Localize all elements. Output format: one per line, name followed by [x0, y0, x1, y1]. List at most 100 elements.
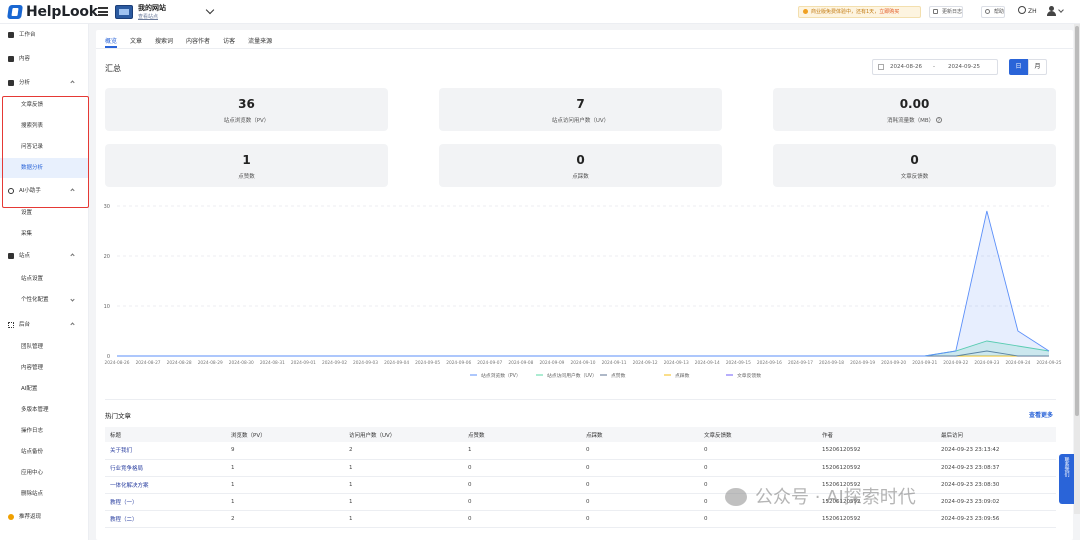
column-header[interactable]: 点赞数: [463, 427, 581, 442]
sidebar-item-qa-records[interactable]: 问答记录: [0, 137, 88, 157]
analytics-tabs: 概览 文章 搜索词 内容作者 访客 流量来源: [105, 36, 285, 48]
help-circle-icon[interactable]: ?: [935, 117, 942, 123]
help-label: 帮助: [994, 9, 1005, 15]
user-avatar-icon[interactable]: [1047, 6, 1056, 16]
tab-articles[interactable]: 文章: [130, 36, 142, 48]
help-button[interactable]: 帮助: [981, 6, 1006, 18]
month-toggle-button[interactable]: 月: [1028, 59, 1047, 75]
site-thumbnail[interactable]: [115, 5, 133, 19]
table-cell: 0: [699, 510, 817, 528]
sidebar-item-collect[interactable]: 采集: [0, 224, 88, 244]
view-site-link[interactable]: 查看站点: [138, 13, 158, 20]
x-tick-label: 2024-09-06: [446, 360, 471, 366]
table-cell: 0: [463, 493, 581, 511]
sidebar-item-analytics[interactable]: 分析: [0, 74, 88, 92]
sidebar-item-app-center[interactable]: 应用中心: [0, 463, 88, 483]
contact-us-button[interactable]: 联系我们: [1059, 454, 1074, 504]
watermark: 公众号 · AI探索时代: [725, 483, 916, 509]
table-cell: 0: [699, 442, 817, 460]
table-cell: 2024-09-23 23:13:42: [936, 442, 1056, 460]
column-header[interactable]: 浏览数（PV）: [226, 427, 344, 442]
article-title-link[interactable]: 关于我们: [105, 442, 226, 460]
sidebar-item-site[interactable]: 站点: [0, 247, 88, 265]
x-tick-label: 2024-08-29: [198, 360, 223, 366]
stat-label: 消耗流量数（MB） ?: [887, 117, 942, 124]
sidebar-item-search-list[interactable]: 搜索列表: [0, 116, 88, 136]
contact-us-label: 联系我们: [1063, 457, 1070, 477]
helplook-logo[interactable]: HelpLook: [7, 3, 98, 21]
tab-visitors[interactable]: 访客: [223, 36, 235, 48]
sidebar-item-ai-assistant[interactable]: AI小助手: [0, 182, 88, 200]
column-header[interactable]: 访问用户数（UV）: [344, 427, 463, 442]
series-line: [117, 210, 1050, 357]
stat-card-dislikes: 0 点踩数: [439, 144, 722, 187]
sidebar-item-content-management[interactable]: 内容管理: [0, 358, 88, 378]
stat-value: 36: [238, 97, 255, 111]
x-tick-label: 2024-08-26: [105, 360, 130, 366]
x-tick-label: 2024-09-21: [912, 360, 937, 366]
sidebar-item-versions[interactable]: 多版本管理: [0, 400, 88, 420]
sidebar-item-personalization[interactable]: 个性化配置: [0, 290, 88, 310]
x-tick-label: 2024-09-15: [726, 360, 751, 366]
x-tick-label: 2024-09-04: [384, 360, 409, 366]
sidebar-item-delete-site[interactable]: 删除站点: [0, 484, 88, 504]
sidebar-item-referral[interactable]: 推荐返现: [0, 508, 88, 526]
x-tick-label: 2024-09-18: [819, 360, 844, 366]
column-header[interactable]: 点踩数: [581, 427, 699, 442]
legend-label: 文章反馈数: [737, 372, 761, 379]
scrollbar[interactable]: [1074, 24, 1080, 514]
x-tick-label: 2024-09-07: [477, 360, 502, 366]
y-tick-label: 20: [104, 254, 110, 260]
sidebar-item-workbench[interactable]: 工作台: [0, 26, 88, 44]
language-switcher[interactable]: ZH: [1018, 6, 1037, 15]
stat-label: 文章反馈数: [900, 174, 929, 180]
sidebar-item-article-feedback[interactable]: 文章反馈: [0, 95, 88, 115]
stat-value: 1: [242, 153, 251, 167]
table-cell: 0: [581, 493, 699, 511]
column-header[interactable]: 文章反馈数: [699, 427, 817, 442]
notice-text: 商业版免费体验中，还有1天，: [811, 9, 880, 15]
menu-toggle-icon[interactable]: [98, 7, 108, 16]
view-more-link[interactable]: 查看更多: [1029, 410, 1053, 419]
sidebar-item-content[interactable]: 内容: [0, 50, 88, 68]
date-range-picker[interactable]: 2024-08-26 - 2024-09-25: [872, 59, 998, 75]
tab-traffic-sources[interactable]: 流量来源: [248, 36, 272, 48]
chevron-down-icon: [70, 297, 75, 302]
x-tick-label: 2024-09-11: [602, 360, 627, 366]
tab-authors[interactable]: 内容作者: [186, 36, 210, 48]
table-header-row: 标题 浏览数（PV） 访问用户数（UV） 点赞数 点踩数 文章反馈数 作者 最后…: [105, 427, 1056, 442]
article-title-link[interactable]: 教程（二）: [105, 510, 226, 528]
document-icon: [8, 56, 14, 62]
table-cell: 1: [344, 510, 463, 528]
sidebar-item-operation-log[interactable]: 操作日志: [0, 421, 88, 441]
x-tick-label: 2024-09-24: [1005, 360, 1030, 366]
sidebar-item-backend[interactable]: 后台: [0, 316, 88, 334]
buy-now-link[interactable]: 立即购买: [879, 9, 899, 15]
sidebar-item-ai-config[interactable]: AI配置: [0, 379, 88, 399]
x-tick-label: 2024-08-30: [229, 360, 254, 366]
table-cell: 2024-09-23 23:09:02: [936, 493, 1056, 511]
article-title-link[interactable]: 一体化解决方案: [105, 476, 226, 494]
chevron-down-icon[interactable]: [205, 5, 215, 15]
series-area: [117, 211, 1049, 356]
article-title-link[interactable]: 教程（一）: [105, 493, 226, 511]
column-header[interactable]: 标题: [105, 427, 226, 442]
tab-search-terms[interactable]: 搜索词: [155, 36, 173, 48]
hot-articles-title: 热门文章: [105, 412, 131, 420]
sidebar-item-site-settings[interactable]: 站点设置: [0, 269, 88, 289]
day-toggle-button[interactable]: 日: [1009, 59, 1028, 75]
user-menu-chevron-icon[interactable]: [1058, 7, 1064, 13]
changelog-button[interactable]: 更新日志: [929, 6, 964, 18]
sidebar-item-team[interactable]: 团队管理: [0, 337, 88, 357]
column-header[interactable]: 作者: [817, 427, 936, 442]
sidebar-item-site-backup[interactable]: 站点备份: [0, 442, 88, 462]
article-title-link[interactable]: 行业竞争格局: [105, 459, 226, 477]
sidebar-item-settings[interactable]: 设置: [0, 203, 88, 223]
table-cell: 1: [226, 459, 344, 477]
table-cell: 0: [581, 510, 699, 528]
tab-overview[interactable]: 概览: [105, 36, 118, 48]
site-name[interactable]: 我的网站: [138, 3, 166, 13]
stat-label: 站点访问用户数（UV）: [551, 118, 610, 124]
sidebar-item-data-analysis[interactable]: 数据分析: [0, 158, 88, 178]
column-header[interactable]: 最后访问: [936, 427, 1056, 442]
